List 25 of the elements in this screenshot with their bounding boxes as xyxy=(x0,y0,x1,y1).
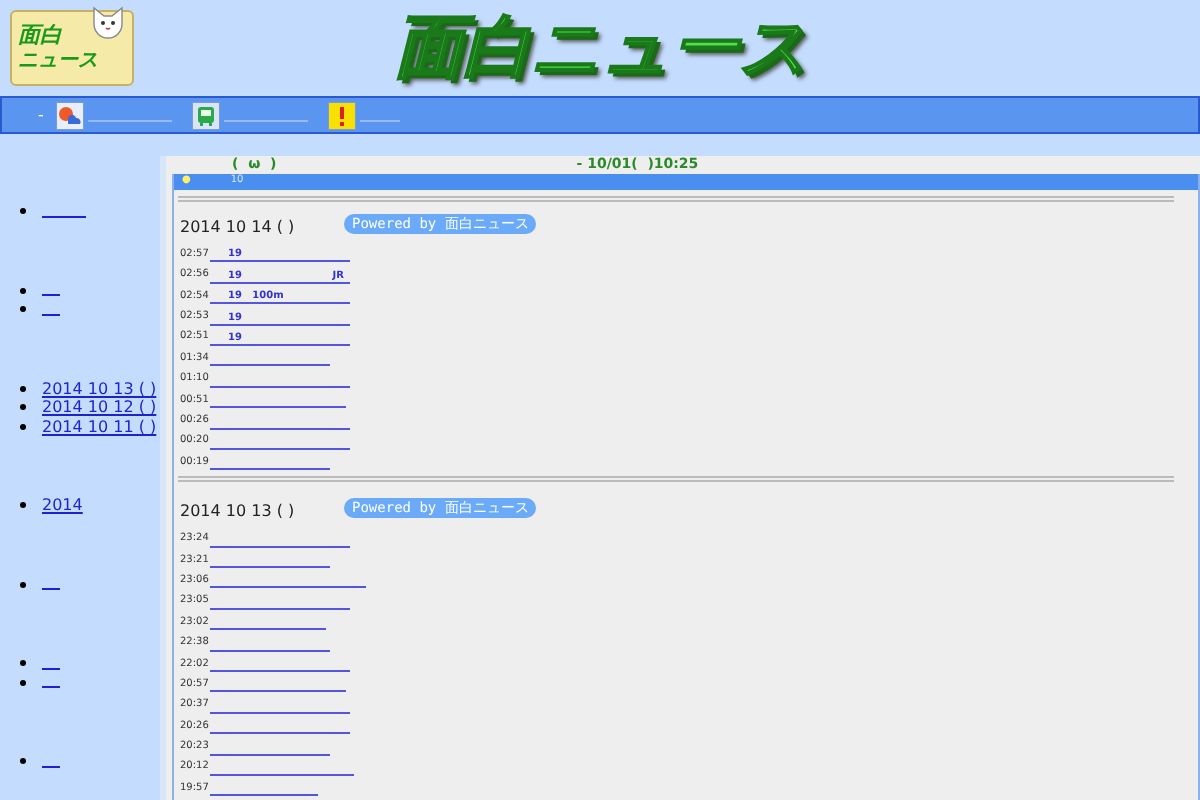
site-title: 面白ニュース xyxy=(395,5,809,91)
bullet-icon xyxy=(20,758,26,765)
sun-cloud-icon[interactable] xyxy=(55,101,84,129)
sidebar-link[interactable]: 2014 10 12 ( ) xyxy=(42,398,161,417)
bullet-icon xyxy=(20,385,26,392)
section-date: 2014 10 13 ( ) xyxy=(180,500,297,525)
sidebar-link[interactable]: 2014 10 13 ( ) xyxy=(42,379,161,398)
nav-arrow: - xyxy=(38,103,44,127)
bullet-icon xyxy=(20,208,26,215)
bullet-icon xyxy=(20,660,26,667)
train-icon[interactable] xyxy=(191,101,220,129)
cat-icon xyxy=(88,6,128,42)
logo-text: ニュース xyxy=(18,48,100,74)
bullet-icon xyxy=(20,404,26,411)
bullet-icon xyxy=(20,581,26,588)
bullet-icon xyxy=(20,287,26,294)
bullet-icon xyxy=(20,679,26,686)
sidebar-link[interactable]: 2014 xyxy=(42,496,87,515)
bullet-icon xyxy=(20,502,26,509)
bullet-icon xyxy=(20,306,26,313)
logo-text: 面白 xyxy=(18,22,62,48)
sidebar-link[interactable]: 2014 10 11 ( ) xyxy=(42,417,161,436)
bullet-icon xyxy=(20,423,26,430)
exclamation-icon[interactable] xyxy=(327,101,356,129)
section-date: 2014 10 14 ( ) xyxy=(180,216,297,240)
